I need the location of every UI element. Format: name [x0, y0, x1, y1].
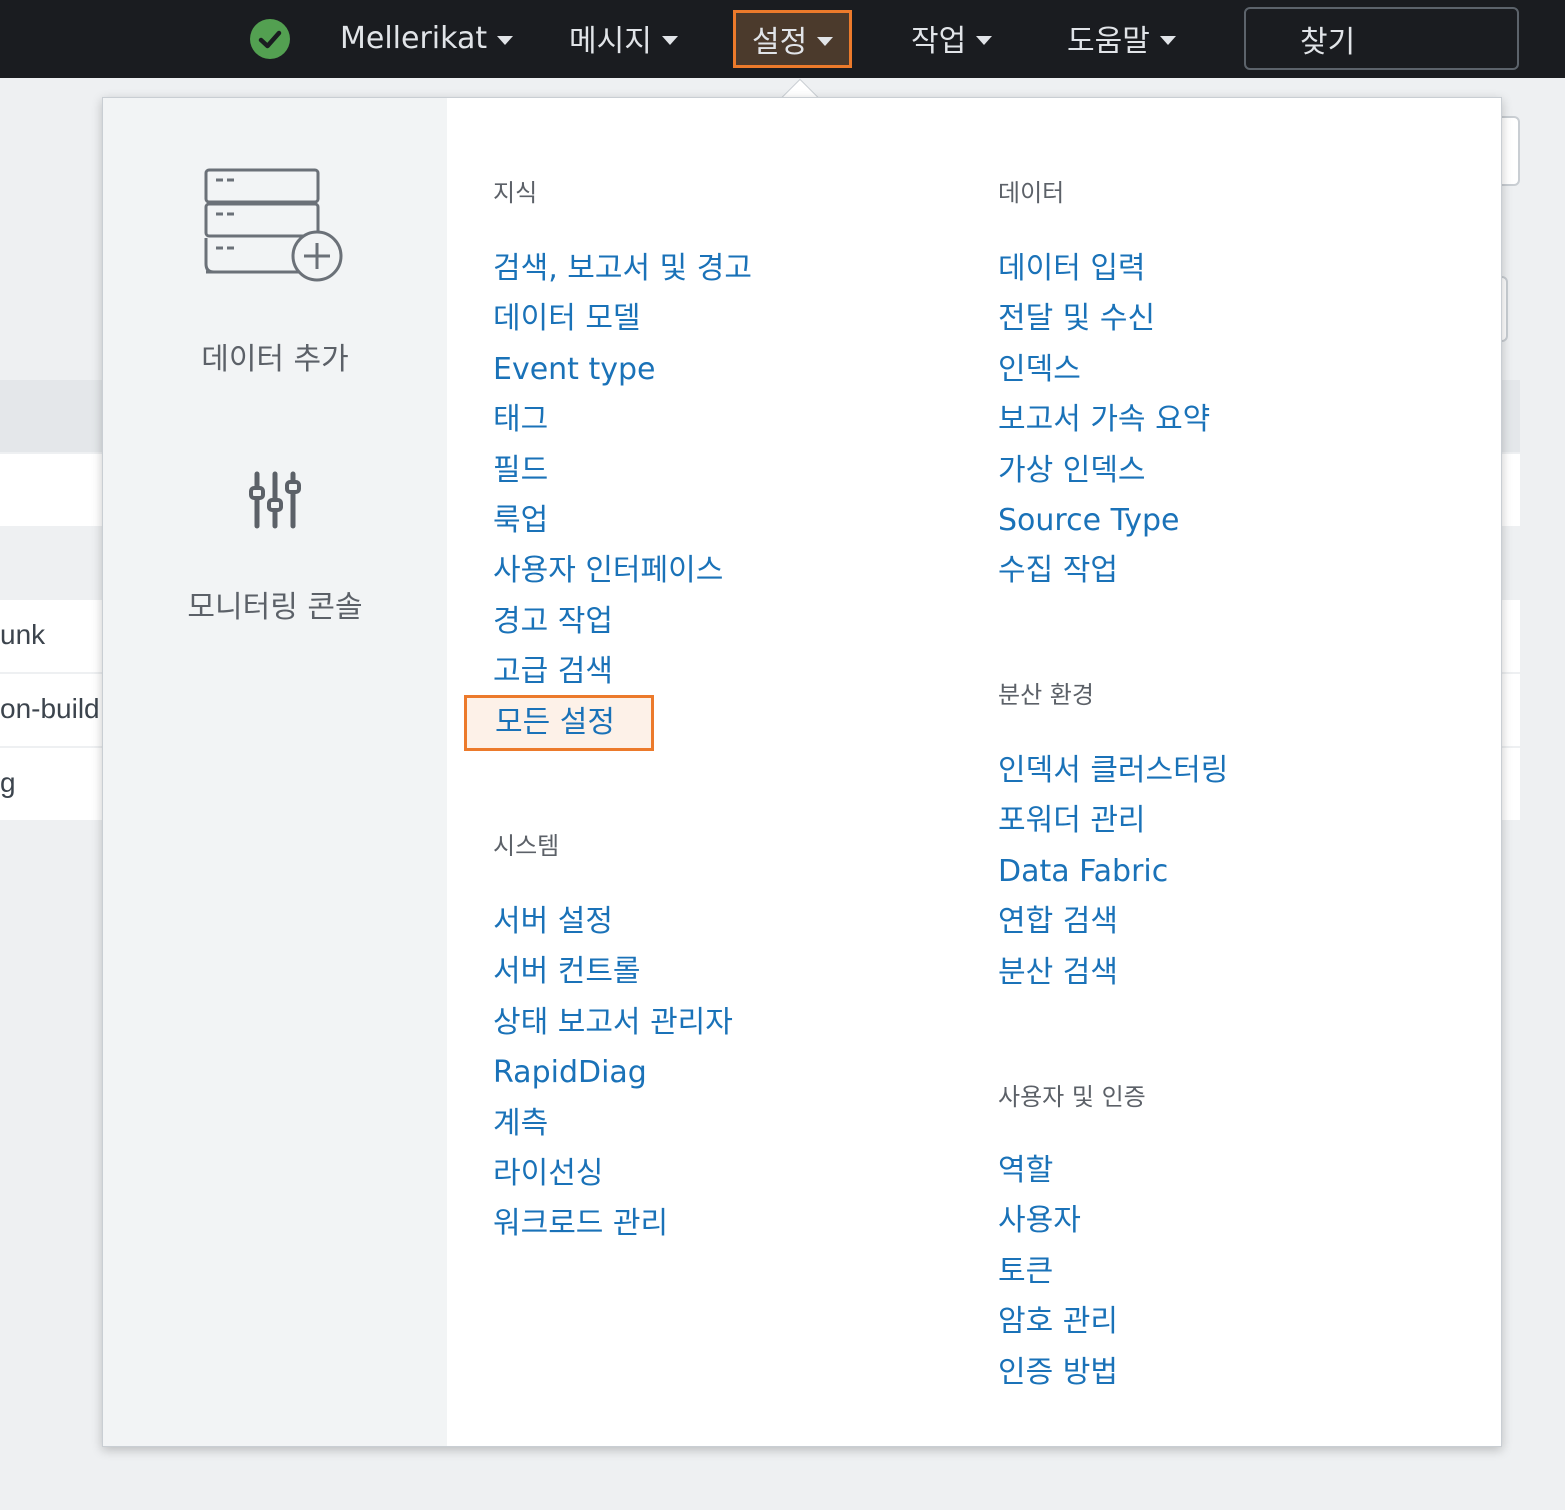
- menu-item-licensing[interactable]: 라이선싱: [493, 1149, 733, 1199]
- background-row-text: g: [0, 767, 16, 798]
- menu-item-tokens[interactable]: 토큰: [998, 1247, 1118, 1297]
- section-title-system: 시스템: [493, 832, 560, 860]
- menu-item-user-interface[interactable]: 사용자 인터페이스: [493, 546, 752, 596]
- menu-item-virtual-indexes[interactable]: 가상 인덱스: [998, 446, 1210, 496]
- menu-item-data-inputs[interactable]: 데이터 입력: [998, 244, 1210, 294]
- activity-menu[interactable]: 작업: [911, 14, 993, 62]
- section-title-distributed-environment: 분산 환경: [998, 681, 1094, 709]
- menu-item-indexes[interactable]: 인덱스: [998, 345, 1210, 395]
- distributed-menu: 인덱서 클러스터링 포워더 관리 Data Fabric 연합 검색 분산 검색: [998, 746, 1228, 998]
- menu-item-data-fabric[interactable]: Data Fabric: [998, 847, 1228, 897]
- user-menu[interactable]: Mellerikat: [340, 14, 514, 62]
- menu-item-forwarder-management[interactable]: 포워더 관리: [998, 796, 1228, 846]
- background-row-text: unk: [0, 619, 46, 650]
- activity-menu-label: 작업: [911, 24, 967, 59]
- settings-dropdown-panel: 데이터 추가 모니터링 콘솔 지식 검색, 보고서 및 경고 데이터 모델 Ev…: [102, 97, 1502, 1447]
- help-menu-label: 도움말: [1067, 24, 1150, 59]
- find-input[interactable]: 찾기: [1244, 7, 1519, 70]
- menu-item-advanced-search[interactable]: 고급 검색: [493, 647, 752, 697]
- top-navigation-bar: Mellerikat 메시지 설정 작업 도움말 찾기: [0, 0, 1565, 78]
- add-data-link[interactable]: 데이터 추가: [103, 164, 447, 378]
- menu-item-lookups[interactable]: 룩업: [493, 496, 752, 546]
- menu-item-password-management[interactable]: 암호 관리: [998, 1297, 1118, 1347]
- menu-item-authentication-methods[interactable]: 인증 방법: [998, 1348, 1118, 1398]
- menu-item-users[interactable]: 사용자: [998, 1196, 1118, 1246]
- caret-down-icon: [976, 35, 993, 45]
- menu-item-event-types[interactable]: Event type: [493, 345, 752, 395]
- menu-item-distributed-search[interactable]: 분산 검색: [998, 948, 1228, 998]
- add-data-icon: [204, 168, 343, 282]
- messages-menu[interactable]: 메시지: [569, 14, 678, 62]
- monitoring-console-label: 모니터링 콘솔: [187, 590, 363, 625]
- health-status-ok-icon[interactable]: [250, 19, 290, 59]
- background-row-text: on-build: [0, 693, 100, 724]
- menu-item-federated-search[interactable]: 연합 검색: [998, 897, 1228, 947]
- caret-down-icon: [661, 35, 678, 45]
- section-title-knowledge: 지식: [493, 179, 538, 207]
- menu-item-forwarding-receiving[interactable]: 전달 및 수신: [998, 294, 1210, 344]
- menu-item-all-configurations[interactable]: 모든 설정: [464, 694, 654, 751]
- messages-menu-label: 메시지: [569, 24, 652, 59]
- caret-down-icon: [1159, 35, 1176, 45]
- data-menu: 데이터 입력 전달 및 수신 인덱스 보고서 가속 요약 가상 인덱스 Sour…: [998, 244, 1210, 597]
- menu-item-data-models[interactable]: 데이터 모델: [493, 294, 752, 344]
- caret-down-icon: [497, 35, 514, 45]
- menu-item-ingest-actions[interactable]: 수집 작업: [998, 546, 1210, 596]
- menu-item-source-types[interactable]: Source Type: [998, 496, 1210, 546]
- knowledge-menu: 검색, 보고서 및 경고 데이터 모델 Event type 태그 필드 룩업 …: [464, 244, 752, 751]
- menu-item-fields[interactable]: 필드: [493, 446, 752, 496]
- section-title-users-authentication: 사용자 및 인증: [998, 1083, 1146, 1111]
- add-data-label: 데이터 추가: [201, 342, 349, 377]
- system-menu: 서버 설정 서버 컨트롤 상태 보고서 관리자 RapidDiag 계측 라이선…: [493, 897, 733, 1250]
- settings-shortcuts-column: 데이터 추가 모니터링 콘솔: [103, 98, 447, 1446]
- menu-item-rapiddiag[interactable]: RapidDiag: [493, 1048, 733, 1098]
- caret-down-icon: [817, 36, 834, 46]
- menu-item-workload-management[interactable]: 워크로드 관리: [493, 1199, 733, 1249]
- user-menu-label: Mellerikat: [340, 20, 488, 56]
- find-input-label: 찾기: [1300, 24, 1356, 60]
- menu-item-tags[interactable]: 태그: [493, 395, 752, 445]
- menu-item-server-controls[interactable]: 서버 컨트롤: [493, 947, 733, 997]
- menu-item-indexer-clustering[interactable]: 인덱서 클러스터링: [998, 746, 1228, 796]
- settings-menu-label: 설정: [752, 25, 808, 60]
- users-authentication-menu: 역할 사용자 토큰 암호 관리 인증 방법: [998, 1146, 1118, 1398]
- sliders-icon: [249, 471, 301, 529]
- menu-item-roles[interactable]: 역할: [998, 1146, 1118, 1196]
- menu-item-alert-actions[interactable]: 경고 작업: [493, 597, 752, 647]
- section-title-data: 데이터: [998, 179, 1065, 207]
- menu-item-health-report-manager[interactable]: 상태 보고서 관리자: [493, 998, 733, 1048]
- help-menu[interactable]: 도움말: [1067, 14, 1176, 62]
- menu-item-server-settings[interactable]: 서버 설정: [493, 897, 733, 947]
- menu-item-instrumentation[interactable]: 계측: [493, 1099, 733, 1149]
- menu-item-report-acceleration-summaries[interactable]: 보고서 가속 요약: [998, 395, 1210, 445]
- monitoring-console-link[interactable]: 모니터링 콘솔: [103, 470, 447, 626]
- menu-item-searches-reports-alerts[interactable]: 검색, 보고서 및 경고: [493, 244, 752, 294]
- settings-menu[interactable]: 설정: [733, 10, 853, 68]
